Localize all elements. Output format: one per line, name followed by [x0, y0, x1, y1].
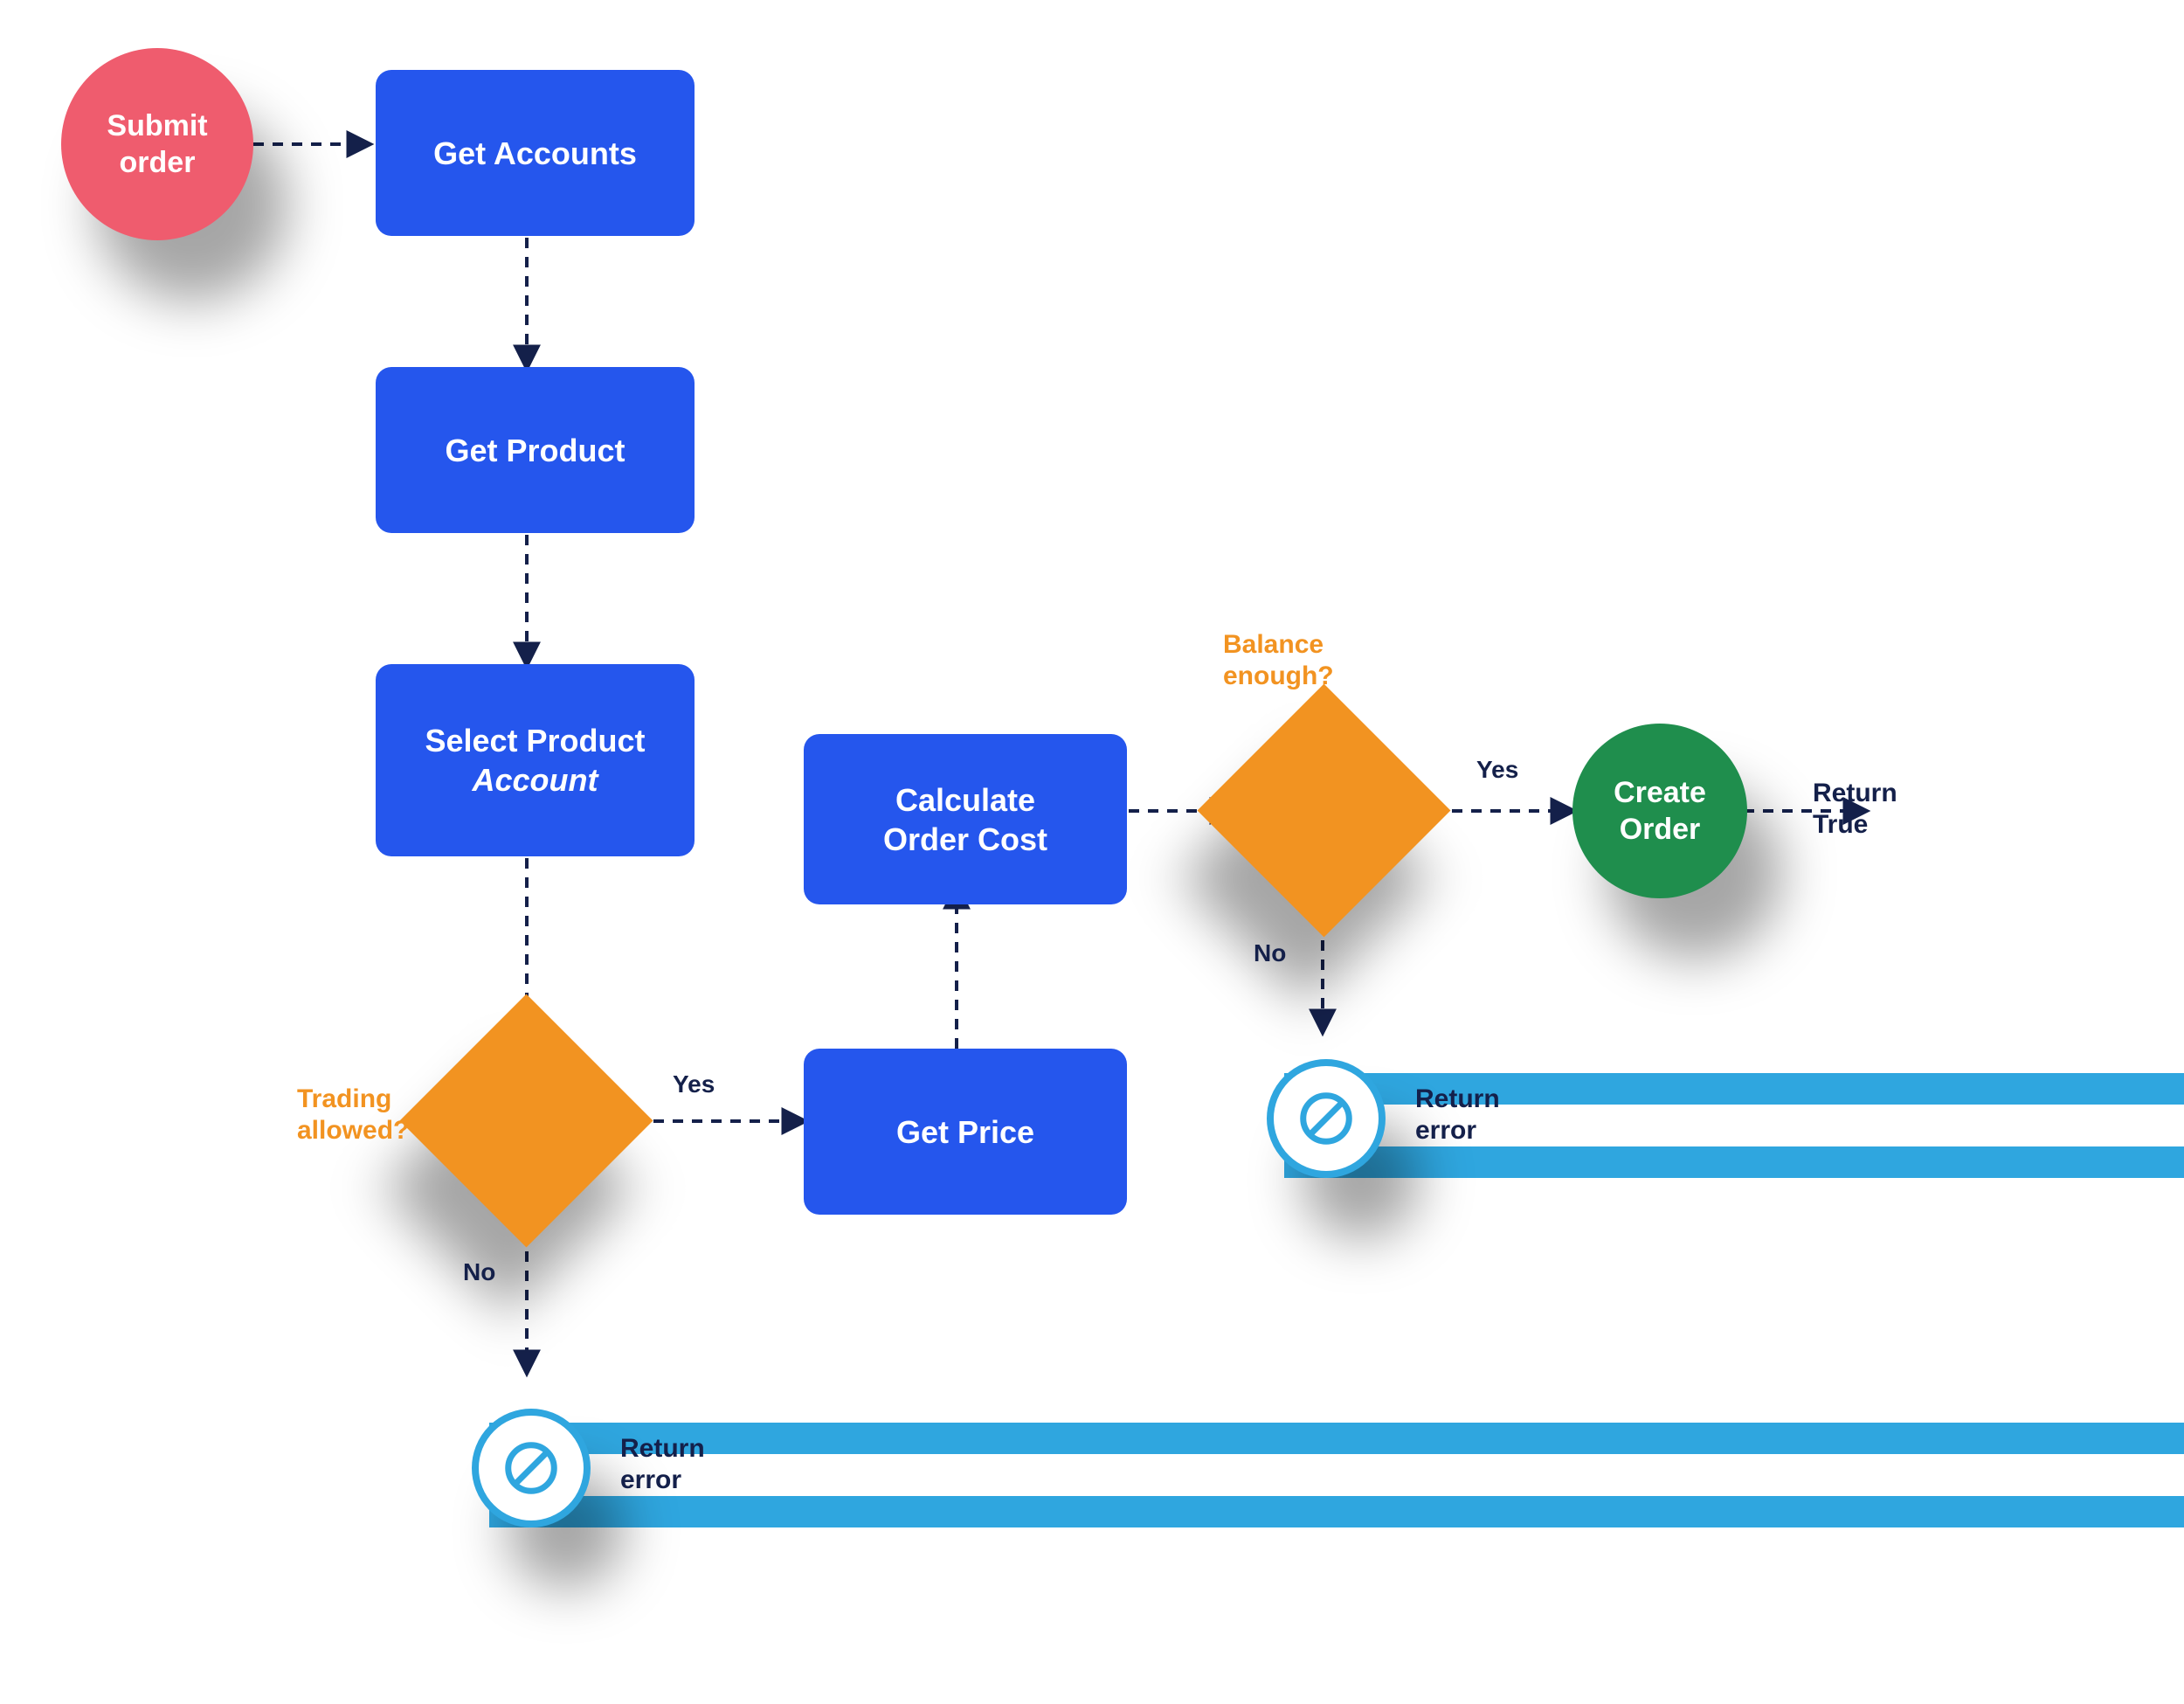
error-1-label: Returnerror: [620, 1433, 705, 1496]
error-2-label: Returnerror: [1415, 1084, 1500, 1146]
error-terminator-2: [1267, 1059, 1386, 1178]
return-true-label: ReturnTrue: [1813, 778, 1897, 841]
flowchart-canvas: Submitorder Get Accounts Get Product Sel…: [0, 0, 2184, 1704]
balance-no-label: No: [1254, 939, 1286, 967]
start-node: Submitorder: [61, 48, 253, 240]
trading-no-label: No: [463, 1258, 495, 1286]
error-bar-1a: [489, 1423, 2184, 1454]
balance-enough-question: Balanceenough?: [1223, 629, 1334, 692]
error-bar-1b: [489, 1496, 2184, 1527]
create-order-label: CreateOrder: [1614, 774, 1706, 849]
calc-cost-label: CalculateOrder Cost: [883, 780, 1047, 859]
error-bar-2b: [1284, 1146, 2184, 1178]
diamond-icon: [400, 994, 653, 1248]
decision-balance-enough: [1234, 721, 1413, 900]
process-get-product: Get Product: [376, 367, 695, 533]
get-price-label: Get Price: [896, 1112, 1034, 1152]
balance-yes-label: Yes: [1476, 756, 1518, 784]
trading-allowed-question: Tradingallowed?: [297, 1084, 409, 1146]
trading-yes-label: Yes: [673, 1070, 715, 1098]
process-calc-cost: CalculateOrder Cost: [804, 734, 1127, 904]
ban-icon: [1296, 1088, 1357, 1149]
process-get-accounts: Get Accounts: [376, 70, 695, 236]
select-product-line1: Select Product: [425, 721, 645, 760]
start-label: Submitorder: [107, 107, 207, 182]
select-product-line2: Account: [473, 760, 598, 800]
process-select-product-account: Select Product Account: [376, 664, 695, 856]
ban-icon: [501, 1437, 562, 1499]
process-get-price: Get Price: [804, 1049, 1127, 1215]
get-product-label: Get Product: [445, 431, 625, 470]
decision-trading-allowed: [437, 1031, 616, 1210]
get-accounts-label: Get Accounts: [433, 134, 637, 173]
error-terminator-1: [472, 1409, 591, 1527]
end-create-order: CreateOrder: [1572, 724, 1747, 898]
diamond-icon: [1198, 684, 1451, 938]
